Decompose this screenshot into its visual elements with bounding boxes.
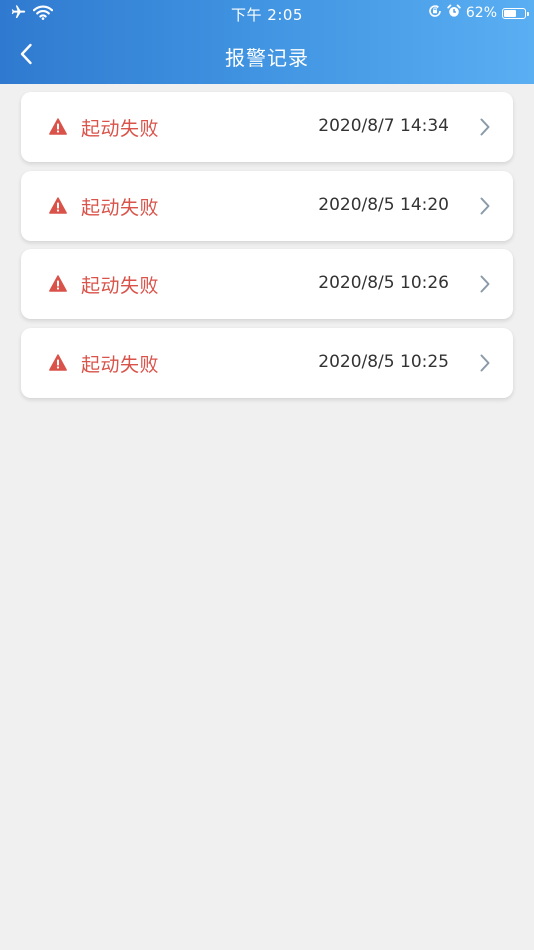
chevron-right-icon (479, 196, 491, 216)
alarm-time: 2020/8/5 10:25 (318, 351, 449, 372)
alarm-label: 起动失败 (81, 196, 160, 219)
alarm-time: 2020/8/5 14:20 (318, 194, 449, 215)
chevron-right-icon (479, 353, 491, 373)
page-title: 报警记录 (225, 46, 309, 70)
battery-tip (527, 11, 529, 16)
battery-percent: 62% (465, 5, 497, 21)
warning-triangle-icon (49, 275, 67, 292)
alarm-record-item[interactable]: 起动失败 2020/8/5 10:25 (21, 327, 513, 398)
battery-icon (502, 7, 529, 19)
status-bar: 下午 2:05 62% (0, 0, 534, 28)
alarm-label: 起动失败 (81, 118, 160, 140)
alarm-list: 起动失败 2020/8/7 14:34 起动失败 2020/8/5 14:20 (21, 92, 513, 406)
alarm-time: 2020/8/7 14:34 (318, 116, 449, 136)
alarm-record-item[interactable]: 起动失败 2020/8/7 14:34 (21, 92, 513, 162)
alarm-clock-icon (447, 4, 461, 22)
battery-level-fill (504, 9, 516, 17)
warning-triangle-icon (49, 196, 67, 214)
status-right: 62% (428, 4, 529, 22)
alarm-record-item[interactable]: 起动失败 2020/8/5 14:20 (21, 170, 513, 241)
chevron-right-icon (479, 274, 491, 294)
chevron-right-icon (479, 117, 491, 137)
alarm-time: 2020/8/5 10:26 (318, 273, 449, 293)
alarm-label: 起动失败 (81, 275, 160, 297)
orientation-lock-icon (428, 4, 442, 22)
header-bar: 下午 2:05 62% 报警记录 (0, 0, 534, 84)
warning-triangle-icon (49, 353, 67, 371)
alarm-label: 起动失败 (81, 353, 160, 376)
alarm-record-item[interactable]: 起动失败 2020/8/5 10:26 (21, 249, 513, 319)
navigation-bar: 报警记录 (0, 28, 534, 84)
warning-triangle-icon (49, 118, 67, 135)
